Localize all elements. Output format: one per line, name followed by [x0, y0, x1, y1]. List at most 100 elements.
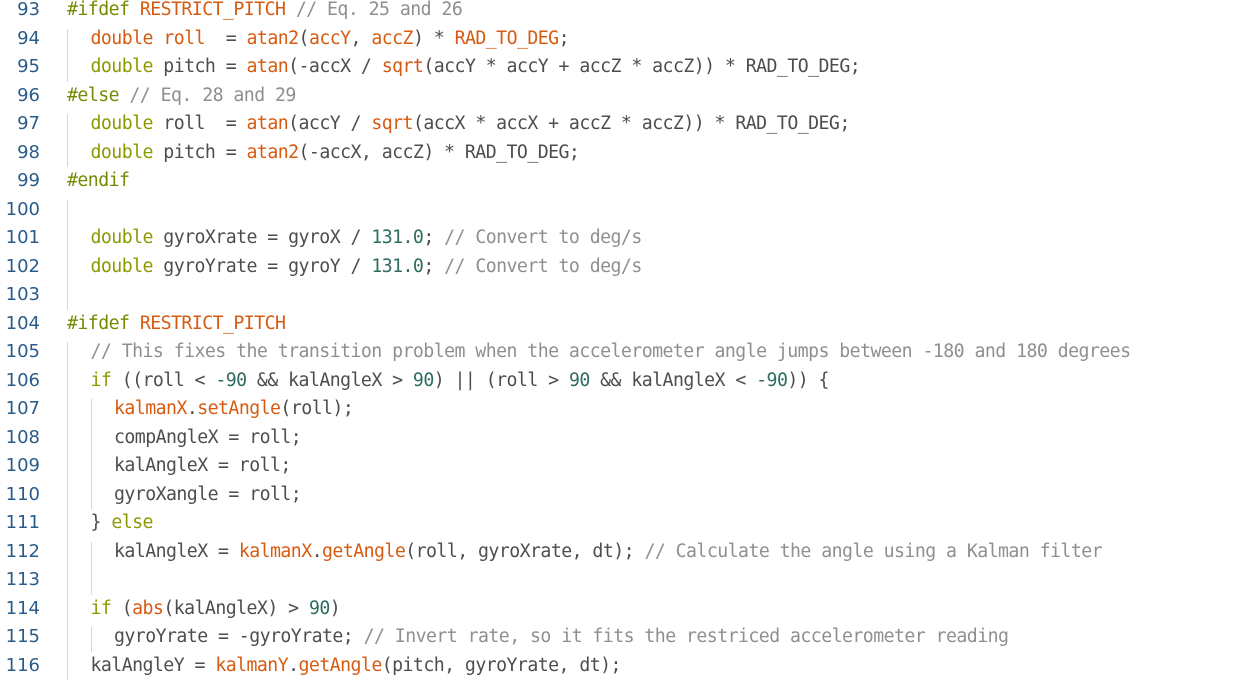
code-token: ) || (roll >	[433, 369, 569, 391]
code-token: gyroYrate = gyroY /	[152, 255, 372, 277]
code-line[interactable]: 105 // This fixes the transition problem …	[0, 338, 1250, 366]
code-token: accZ	[371, 27, 413, 49]
code-line[interactable]: 97 double roll = atan(accY / sqrt(accX * …	[0, 110, 1250, 138]
code-token: // Convert to deg/s	[444, 227, 642, 248]
code-line[interactable]: 103	[0, 281, 1250, 309]
code-line[interactable]: 106 if ((roll < -90 && kalAngleX > 90) ||…	[0, 367, 1250, 395]
line-number: 98	[17, 141, 40, 163]
code-token: ;	[423, 227, 445, 248]
code-token: (roll);	[280, 398, 354, 419]
indent-guide	[91, 541, 92, 595]
code-text: double roll = atan2(accY, accZ) * RAD_TO…	[91, 25, 570, 53]
code-line[interactable]: 115 gyroYrate = -gyroYrate; // Invert rat…	[0, 623, 1250, 651]
code-token: roll =	[152, 113, 247, 134]
code-text: double pitch = atan(-accX / sqrt(accY * …	[91, 53, 861, 81]
code-token: compAngleX = roll;	[114, 426, 302, 448]
code-token: pitch =	[152, 56, 247, 77]
code-line[interactable]: 101 double gyroXrate = gyroX / 131.0; // …	[0, 224, 1250, 252]
code-line[interactable]: 94 double roll = atan2(accY, accZ) * RAD_…	[0, 25, 1250, 53]
code-token: atan	[246, 56, 289, 77]
code-text: compAngleX = roll;	[114, 424, 302, 452]
code-token: gyroYrate = -gyroYrate;	[114, 626, 364, 647]
code-token: sqrt	[381, 56, 424, 77]
line-number: 100	[5, 198, 40, 220]
code-text: #else // Eq. 28 and 29	[67, 82, 296, 110]
code-text: kalAngleY = kalmanY.getAngle(pitch, gyro…	[90, 652, 622, 680]
code-text: } else	[90, 509, 154, 537]
code-token: .	[186, 398, 198, 419]
line-number: 93	[17, 0, 40, 20]
code-line[interactable]: 93 #ifdef RESTRICT_PITCH // Eq. 25 and 26	[0, 0, 1250, 24]
code-line[interactable]: 113	[0, 566, 1250, 594]
code-text: if (abs(kalAngleX) > 90)	[91, 595, 341, 623]
code-line[interactable]: 98 double pitch = atan2(-accX, accZ) * RA…	[0, 139, 1250, 167]
code-token: =	[204, 27, 247, 49]
code-text: #ifdef RESTRICT_PITCH // Eq. 25 and 26	[67, 0, 463, 24]
code-token: 90	[308, 597, 330, 619]
code-line[interactable]: 108 compAngleX = roll;	[0, 424, 1250, 452]
line-number: 110	[5, 483, 40, 505]
line-number: 96	[17, 84, 40, 106]
code-token: (accY * accY + accZ * accZ)) * RAD_TO_DE…	[423, 56, 861, 77]
code-line[interactable]: 110 gyroXangle = roll;	[0, 481, 1250, 509]
line-number: 101	[5, 227, 40, 248]
code-token: kalmanY	[215, 654, 289, 676]
code-token: ;	[558, 27, 570, 49]
code-text: #endif	[67, 167, 130, 195]
code-text: double pitch = atan2(-accX, accZ) * RAD_…	[91, 139, 580, 167]
line-number: 99	[17, 170, 40, 191]
code-token: RESTRICT_PITCH	[139, 0, 286, 20]
code-token: ;	[423, 255, 445, 277]
code-token: ,	[350, 27, 372, 49]
line-number: 103	[5, 284, 40, 305]
code-token: atan2	[246, 27, 300, 49]
line-number: 107	[5, 398, 40, 419]
indent-guide	[91, 627, 92, 652]
code-text: double roll = atan(accY / sqrt(accX * ac…	[91, 110, 851, 138]
code-line[interactable]: 107 kalmanX.setAngle(roll);	[0, 395, 1250, 423]
code-line[interactable]: 96 #else // Eq. 28 and 29	[0, 82, 1250, 110]
code-line[interactable]: 116 kalAngleY = kalmanY.getAngle(pitch, g…	[0, 652, 1250, 680]
code-token: getAngle	[298, 654, 383, 676]
code-token: ((roll <	[111, 369, 216, 391]
code-token: #ifdef	[67, 0, 130, 20]
code-token: kalmanX	[238, 540, 312, 562]
indent-guide	[91, 399, 92, 509]
code-token: getAngle	[322, 540, 406, 562]
code-token: 131.0	[371, 227, 424, 248]
code-line[interactable]: 109 kalAngleX = roll;	[0, 452, 1250, 480]
code-token: (accX * accX + accZ * accZ)) * RAD_TO_DE…	[412, 113, 850, 134]
code-line[interactable]: 102 double gyroYrate = gyroY / 131.0; // …	[0, 253, 1250, 281]
code-token: 131.0	[371, 255, 424, 277]
line-number: 115	[5, 626, 40, 647]
code-token: atan	[246, 113, 289, 134]
code-token: ) *	[412, 27, 455, 49]
code-line[interactable]: 99 #endif	[0, 167, 1250, 195]
code-token: .	[311, 540, 323, 562]
code-line[interactable]: 112 kalAngleX = kalmanX.getAngle(roll, gy…	[0, 538, 1250, 566]
code-line[interactable]: 95 double pitch = atan(-accX / sqrt(accY …	[0, 53, 1250, 81]
code-token: // Convert to deg/s	[444, 255, 642, 277]
code-token: -90	[215, 369, 247, 391]
code-token: && kalAngleX >	[246, 369, 413, 391]
code-text: if ((roll < -90 && kalAngleX > 90) || (r…	[91, 367, 830, 395]
code-text: kalAngleX = kalmanX.getAngle(roll, gyroX…	[114, 538, 1103, 566]
code-token: )) {	[787, 369, 829, 391]
code-token: (roll, gyroXrate, dt);	[405, 540, 645, 562]
code-line[interactable]: 111} else	[0, 509, 1250, 537]
code-text: gyroXangle = roll;	[114, 481, 302, 509]
code-editor[interactable]: 93 #ifdef RESTRICT_PITCH // Eq. 25 and 26…	[0, 0, 1250, 680]
line-number: 105	[5, 341, 40, 362]
code-line[interactable]: 104 #ifdef RESTRICT_PITCH	[0, 310, 1250, 338]
code-token: }	[90, 512, 112, 533]
code-line[interactable]: 100	[0, 196, 1250, 224]
indent-guide	[67, 114, 68, 167]
code-line[interactable]: 114 if (abs(kalAngleX) > 90)	[0, 595, 1250, 623]
code-token: -90	[756, 369, 788, 391]
code-token: kalAngleY =	[90, 654, 216, 676]
code-token: #endif	[67, 170, 130, 191]
code-text: // This fixes the transition problem whe…	[91, 338, 1132, 366]
code-text: kalmanX.setAngle(roll);	[114, 395, 354, 423]
code-token: (	[298, 27, 310, 49]
